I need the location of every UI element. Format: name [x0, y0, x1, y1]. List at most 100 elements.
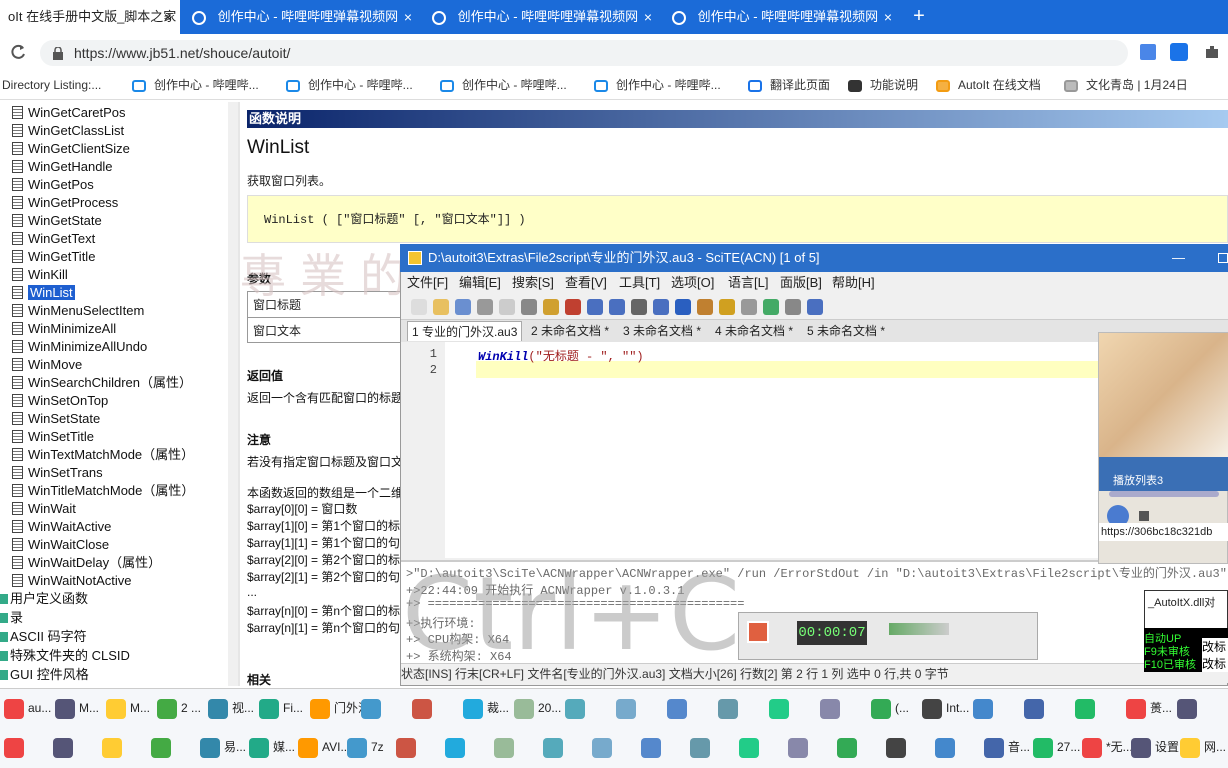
stop-icon[interactable]	[1139, 511, 1149, 521]
editor-tab[interactable]: 3 未命名文档 *	[619, 321, 705, 341]
bookmark-item[interactable]: 创作中心 - 哔哩哔...	[440, 70, 567, 100]
editor-tab[interactable]: 5 未命名文档 *	[803, 321, 889, 341]
taskbar-app[interactable]: 易...	[200, 728, 246, 766]
taskbar-app[interactable]	[1177, 689, 1201, 727]
menu-item[interactable]: 查看[V]	[565, 272, 607, 294]
editor-tab[interactable]: 2 未命名文档 *	[527, 321, 613, 341]
new-tab-button[interactable]: +	[906, 0, 932, 34]
toolbar-button[interactable]	[697, 299, 713, 315]
tree-item[interactable]: WinGetTitle	[12, 248, 95, 266]
taskbar-app[interactable]	[412, 689, 436, 727]
taskbar-app[interactable]	[935, 728, 959, 766]
bookmark-item[interactable]: 翻译此页面	[748, 70, 830, 100]
menu-item[interactable]: 选项[O]	[671, 272, 714, 294]
taskbar-app[interactable]: AVI...	[298, 728, 350, 766]
taskbar-app[interactable]	[641, 728, 665, 766]
toolbar-button[interactable]	[675, 299, 691, 315]
bookmark-item[interactable]: 创作中心 - 哔哩哔...	[286, 70, 413, 100]
close-icon[interactable]: ×	[644, 0, 652, 34]
menu-item[interactable]: 帮助[H]	[832, 272, 875, 294]
toolbar-button[interactable]	[521, 299, 537, 315]
tree-item[interactable]: WinGetProcess	[12, 194, 118, 212]
taskbar-app[interactable]	[361, 689, 385, 727]
taskbar-app[interactable]	[739, 728, 763, 766]
close-icon[interactable]: ×	[404, 0, 412, 34]
tree-book[interactable]: 用户定义函数	[0, 590, 88, 608]
extensions-icon[interactable]	[1202, 42, 1222, 62]
tab-autoit-manual[interactable]: oIt 在线手册中文版_脚本之家 ×	[0, 0, 180, 34]
toolbar-button[interactable]	[433, 299, 449, 315]
taskbar-app[interactable]: Int...	[922, 689, 969, 727]
tree-item[interactable]: WinMove	[12, 356, 82, 374]
menu-item[interactable]: 编辑[E]	[459, 272, 501, 294]
taskbar-app[interactable]: 媒...	[249, 728, 295, 766]
taskbar-app[interactable]: Fi...	[259, 689, 303, 727]
taskbar-app[interactable]	[592, 728, 616, 766]
toolbar-button[interactable]	[411, 299, 427, 315]
toolbar-button[interactable]	[499, 299, 515, 315]
close-icon[interactable]: ×	[164, 0, 172, 34]
toolbar-button[interactable]	[631, 299, 647, 315]
menu-item[interactable]: 搜索[S]	[512, 272, 554, 294]
tree-item[interactable]: WinTitleMatchMode（属性）	[12, 482, 194, 500]
toolbar-button[interactable]	[477, 299, 493, 315]
tree-item[interactable]: WinWaitActive	[12, 518, 111, 536]
taskbar-app[interactable]	[445, 728, 469, 766]
menu-item[interactable]: 文件[F]	[407, 272, 448, 294]
taskbar-app[interactable]: 7z	[347, 728, 384, 766]
tree-item[interactable]: WinGetPos	[12, 176, 94, 194]
taskbar-app[interactable]	[151, 728, 175, 766]
taskbar-app[interactable]: au...	[4, 689, 51, 727]
tree-item[interactable]: WinWaitNotActive	[12, 572, 132, 590]
tree-scrollbar[interactable]	[228, 102, 238, 686]
tree-item[interactable]: WinSetState	[12, 410, 100, 428]
taskbar-app[interactable]: M...	[55, 689, 99, 727]
taskbar-app[interactable]	[4, 728, 28, 766]
tree-item[interactable]: WinGetText	[12, 230, 95, 248]
taskbar-app[interactable]	[820, 689, 844, 727]
bookmark-item[interactable]: 功能说明	[848, 70, 918, 100]
taskbar-app[interactable]	[837, 728, 861, 766]
toolbar-button[interactable]	[543, 299, 559, 315]
tree-item[interactable]: WinWaitDelay（属性）	[12, 554, 161, 572]
tree-item[interactable]: WinWaitClose	[12, 536, 109, 554]
editor-tab[interactable]: 4 未命名文档 *	[711, 321, 797, 341]
taskbar-app[interactable]	[769, 689, 793, 727]
toolbar-button[interactable]	[763, 299, 779, 315]
tree-item[interactable]: WinSetTrans	[12, 464, 103, 482]
toolbar-button[interactable]	[653, 299, 669, 315]
bookmark-item[interactable]: 创作中心 - 哔哩哔...	[594, 70, 721, 100]
record-stop-button[interactable]	[747, 621, 769, 643]
toolbar-button[interactable]	[587, 299, 603, 315]
toolbar-button[interactable]	[807, 299, 823, 315]
scite-title-bar[interactable]: D:\autoit3\Extras\File2script\专业的门外汉.au3…	[400, 244, 1228, 272]
taskbar-app[interactable]	[667, 689, 691, 727]
tree-item[interactable]: WinGetHandle	[12, 158, 113, 176]
tree-item[interactable]: WinGetState	[12, 212, 102, 230]
tab-bilibili-1[interactable]: 创作中心 - 哔哩哔哩弹幕视频网 ×	[184, 0, 420, 34]
tree-item[interactable]: WinGetCaretPos	[12, 104, 126, 122]
taskbar-app[interactable]: 27...	[1033, 728, 1080, 766]
tree-item[interactable]: WinSearchChildren（属性）	[12, 374, 192, 392]
toolbar-button[interactable]	[455, 299, 471, 315]
taskbar-app[interactable]	[543, 728, 567, 766]
tree-book[interactable]: ASCII 码字符	[0, 628, 87, 646]
taskbar-app[interactable]: 设置	[1131, 728, 1179, 766]
taskbar-app[interactable]: 网...	[1180, 728, 1226, 766]
taskbar-app[interactable]: 蒉...	[1126, 689, 1172, 727]
taskbar-app[interactable]: 20...	[514, 689, 561, 727]
taskbar-app[interactable]	[396, 728, 420, 766]
close-icon[interactable]: ×	[884, 0, 892, 34]
tree-item[interactable]: WinGetClientSize	[12, 140, 130, 158]
taskbar-app[interactable]	[1024, 689, 1048, 727]
tree-item[interactable]: WinMinimizeAllUndo	[12, 338, 147, 356]
bookmark-item[interactable]: Directory Listing:...	[2, 70, 101, 100]
bookmark-item[interactable]: AutoIt 在线文档	[936, 70, 1041, 100]
bookmark-item[interactable]: 创作中心 - 哔哩哔...	[132, 70, 259, 100]
seek-bar[interactable]	[1109, 491, 1219, 497]
maximize-button[interactable]	[1218, 253, 1228, 263]
tree-book[interactable]: 录	[0, 609, 23, 627]
taskbar-app[interactable]	[53, 728, 77, 766]
taskbar-app[interactable]	[718, 689, 742, 727]
toolbar-button[interactable]	[719, 299, 735, 315]
